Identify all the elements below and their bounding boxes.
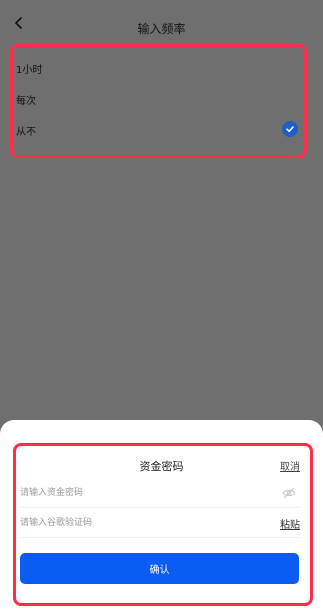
confirm-button[interactable]: 确认 <box>20 553 299 584</box>
page-title: 输入频率 <box>137 22 186 36</box>
app-header: 输入频率 <box>0 0 323 44</box>
option-label: 1小时 <box>16 65 43 76</box>
eye-off-icon[interactable] <box>282 486 296 500</box>
option-never[interactable]: 从不 <box>13 115 304 146</box>
cancel-button[interactable]: 取消 <box>280 458 300 473</box>
option-label: 从不 <box>16 127 36 138</box>
paste-button[interactable]: 粘贴 <box>280 516 300 531</box>
option-1-hour[interactable]: 1小时 <box>13 53 304 84</box>
sheet-title: 资金密码 <box>139 460 184 473</box>
option-label: 每次 <box>16 96 36 107</box>
check-icon <box>282 121 298 137</box>
password-row <box>20 478 300 508</box>
fund-password-input[interactable] <box>20 478 250 508</box>
option-every-time[interactable]: 每次 <box>13 84 304 115</box>
google-code-input[interactable] <box>20 508 250 538</box>
frequency-options: 1小时 每次 从不 <box>10 44 307 158</box>
google-code-row: 粘贴 <box>20 508 300 538</box>
